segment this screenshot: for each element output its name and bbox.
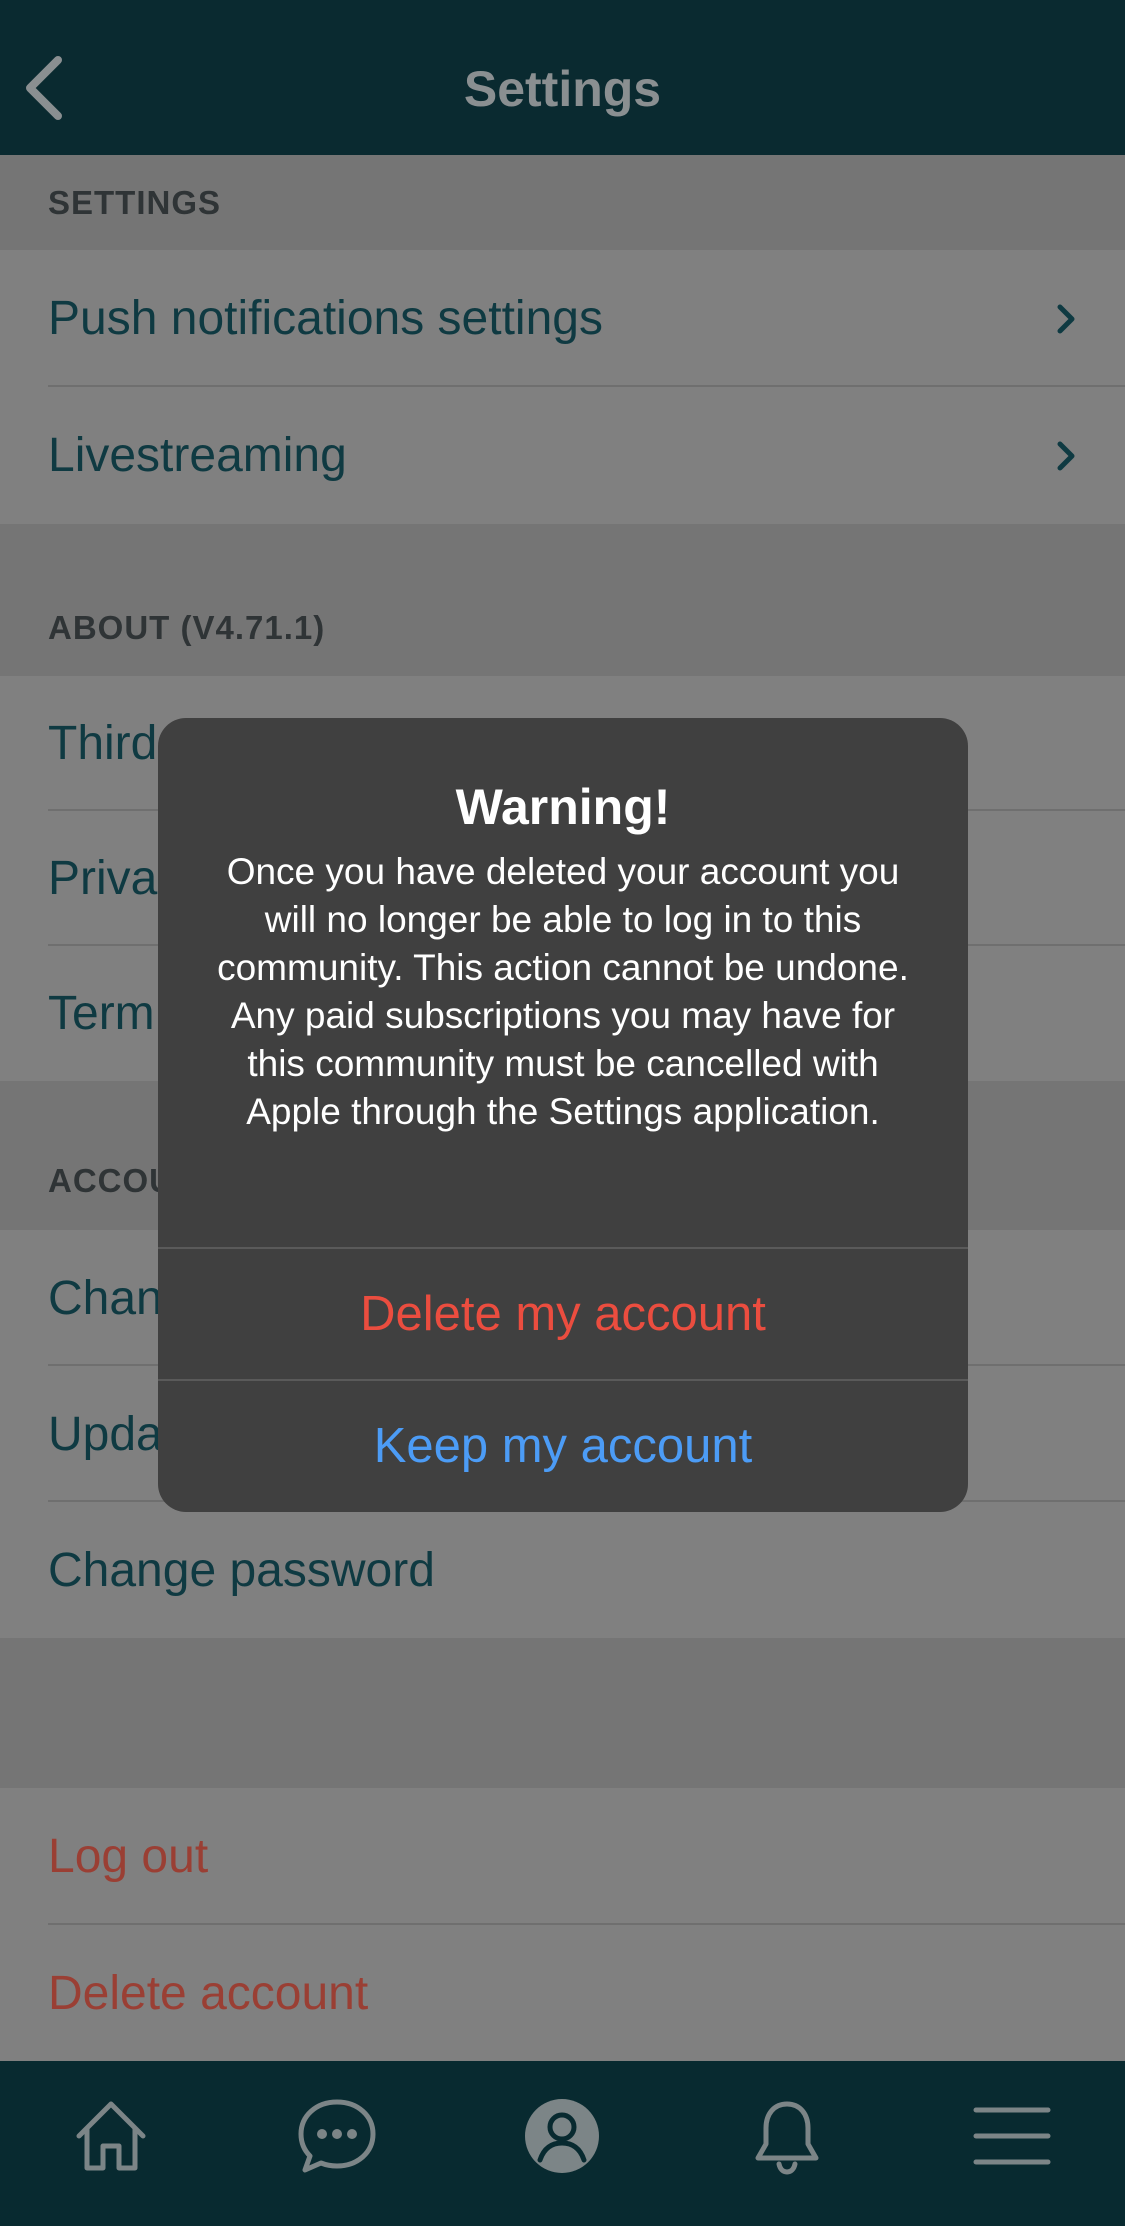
bottom-tab-bar xyxy=(0,2061,1125,2226)
row-label: Push notifications settings xyxy=(48,292,603,345)
row-label: Upda xyxy=(48,1407,163,1461)
tab-home[interactable] xyxy=(66,2091,156,2181)
warning-alert-dialog: Warning! Once you have deleted your acco… xyxy=(158,718,968,1512)
row-label: Priva xyxy=(48,852,158,905)
alert-title: Warning! xyxy=(455,779,671,835)
section-header-about: ABOUT (V4.71.1) xyxy=(0,524,1125,676)
tab-notifications[interactable] xyxy=(742,2091,832,2181)
row-log-out[interactable]: Log out xyxy=(0,1788,1125,1925)
row-label: Change password xyxy=(48,1543,435,1597)
chevron-right-icon xyxy=(1057,441,1075,470)
row-label: Term xyxy=(48,987,155,1040)
row-livestreaming[interactable]: Livestreaming xyxy=(0,387,1125,524)
row-label: Delete account xyxy=(48,1966,369,2020)
keep-my-account-button[interactable]: Keep my account xyxy=(158,1379,968,1511)
row-delete-account[interactable]: Delete account xyxy=(0,1925,1125,2061)
row-change-password[interactable]: Change password xyxy=(0,1502,1125,1638)
row-label: Chan xyxy=(48,1271,163,1325)
top-app-bar: Settings xyxy=(0,0,1125,155)
bell-icon xyxy=(755,2101,819,2175)
chevron-right-icon xyxy=(1057,304,1075,333)
menu-icon xyxy=(973,2107,1051,2165)
section-spacer xyxy=(0,1638,1125,1788)
row-label: Third xyxy=(48,717,158,770)
tab-chat[interactable] xyxy=(292,2091,382,2181)
row-label: Livestreaming xyxy=(48,429,347,482)
profile-icon xyxy=(525,2099,599,2173)
chat-icon xyxy=(298,2099,376,2173)
row-push-notifications[interactable]: Push notifications settings xyxy=(0,250,1125,387)
alert-message: Once you have deleted your account you w… xyxy=(217,851,909,1132)
home-icon xyxy=(76,2101,146,2171)
row-label: Log out xyxy=(48,1830,209,1883)
tab-menu[interactable] xyxy=(967,2091,1057,2181)
delete-my-account-button[interactable]: Delete my account xyxy=(158,1247,968,1379)
page-title: Settings xyxy=(463,61,662,117)
tab-profile[interactable] xyxy=(517,2091,607,2181)
section-header-settings: SETTINGS xyxy=(0,155,1125,250)
